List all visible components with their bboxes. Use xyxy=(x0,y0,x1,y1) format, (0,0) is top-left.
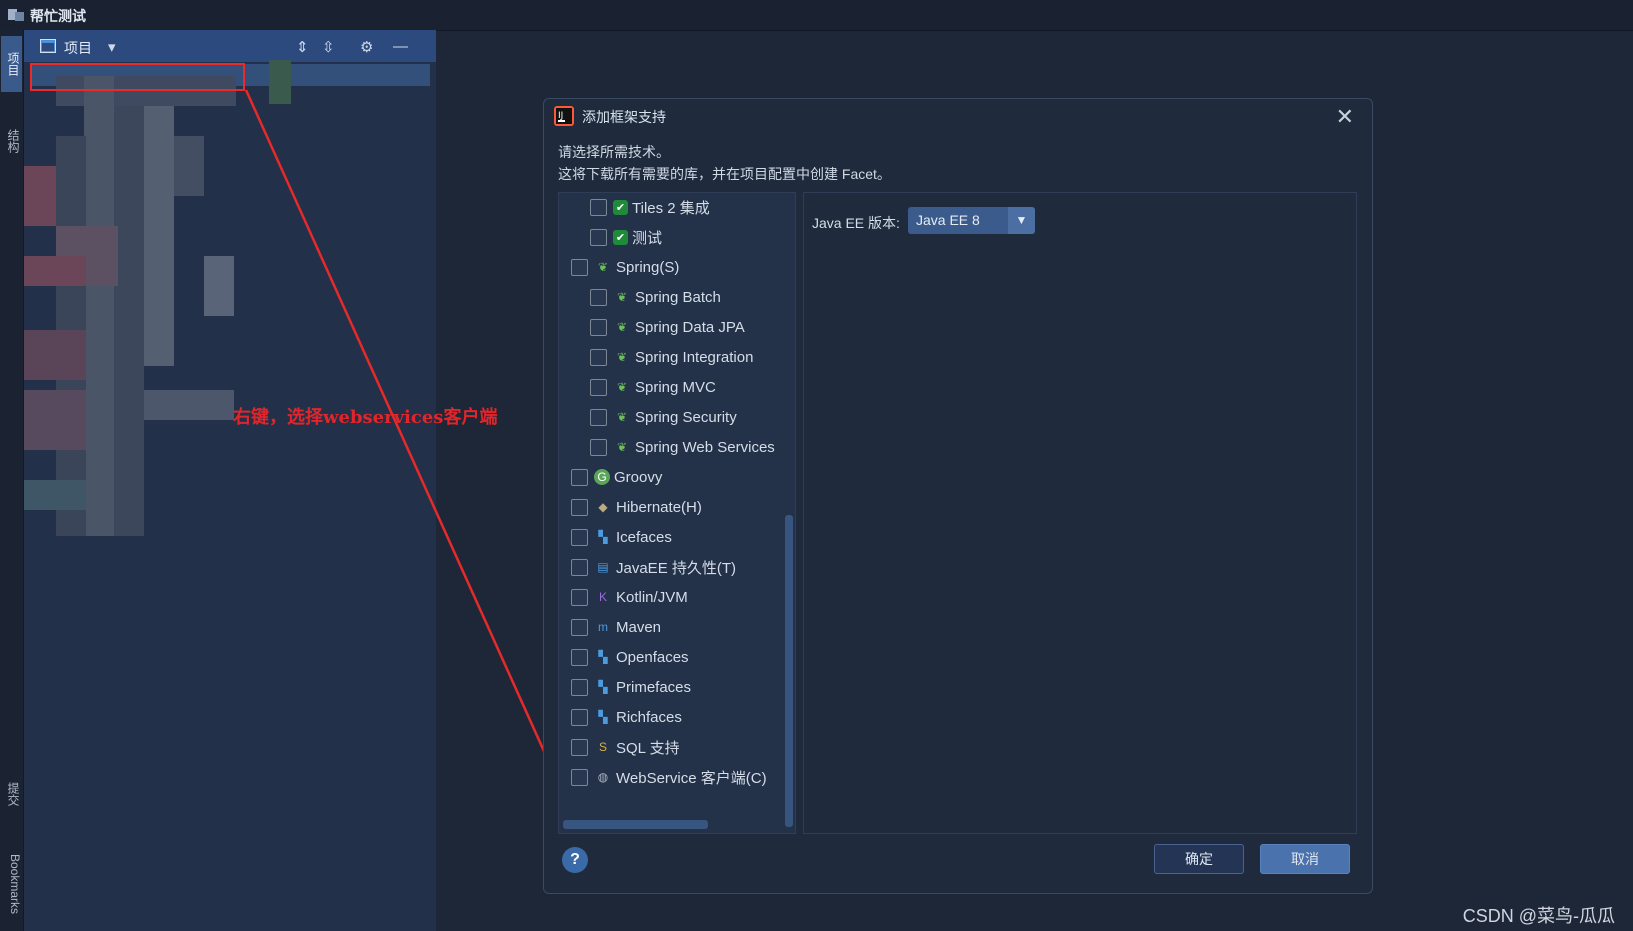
checkbox[interactable] xyxy=(571,708,588,726)
framework-item[interactable]: S SQL 支持 xyxy=(571,733,680,761)
javaee-version-select[interactable]: Java EE 8 ▼ xyxy=(908,207,1035,234)
framework-item[interactable]: ❦ Spring Web Services xyxy=(590,433,775,461)
checkbox[interactable] xyxy=(590,348,607,366)
framework-item-label: WebService 客户端(C) xyxy=(616,769,767,787)
framework-settings-pane: Java EE 版本: Java EE 8 ▼ xyxy=(803,192,1357,834)
vertical-scrollbar[interactable] xyxy=(785,515,793,827)
framework-item[interactable]: ◆ Hibernate(H) xyxy=(571,493,702,521)
framework-item[interactable]: ◍ WebService 客户端(C) xyxy=(571,763,767,791)
checkbox[interactable] xyxy=(571,738,588,756)
framework-item[interactable]: ▚ Icefaces xyxy=(571,523,672,551)
framework-item-label: JavaEE 持久性(T) xyxy=(616,559,737,577)
framework-item-label: Groovy xyxy=(614,468,663,486)
kotlin-icon: K xyxy=(598,590,607,604)
maven-icon: m xyxy=(598,620,608,634)
framework-item-label: Spring Integration xyxy=(635,348,754,366)
add-framework-dialog: IJ 添加框架支持 ✕ 请选择所需技术。 这将下载所有需要的库，并在项目配置中创… xyxy=(543,98,1373,894)
framework-item-label: Spring Web Services xyxy=(635,438,775,456)
checkbox[interactable] xyxy=(571,468,588,486)
ok-button[interactable]: 确定 xyxy=(1154,844,1244,874)
checkbox[interactable] xyxy=(590,438,607,456)
checkbox[interactable] xyxy=(571,678,588,696)
horizontal-scrollbar[interactable] xyxy=(563,820,708,829)
svg-text:IJ: IJ xyxy=(558,111,563,121)
framework-item[interactable]: ❦ Spring Integration xyxy=(590,343,753,371)
framework-item[interactable]: ▤ JavaEE 持久性(T) xyxy=(571,553,736,581)
checkbox[interactable] xyxy=(571,498,588,516)
check-badge-icon: ✔ xyxy=(613,229,628,245)
framework-item-label: Kotlin/JVM xyxy=(616,588,688,606)
jsf-icon: ▚ xyxy=(598,680,608,694)
spring-integration-icon: ❦ xyxy=(616,350,628,364)
spring-security-icon: ❦ xyxy=(616,410,628,424)
framework-item-label: Spring MVC xyxy=(635,378,716,396)
javaee-version-value: Java EE 8 xyxy=(916,212,980,228)
checkbox[interactable] xyxy=(590,378,607,396)
spring-batch-icon: ❦ xyxy=(616,290,628,304)
dialog-line2: 这将下载所有需要的库，并在项目配置中创建 Facet。 xyxy=(558,166,891,182)
spring-mvc-icon: ❦ xyxy=(616,380,628,394)
framework-item-label: Spring Security xyxy=(635,408,737,426)
close-icon[interactable]: ✕ xyxy=(1336,104,1354,130)
check-badge-icon: ✔ xyxy=(613,199,628,215)
framework-item[interactable]: ▚ Richfaces xyxy=(571,703,682,731)
jsf-icon: ▚ xyxy=(598,710,608,724)
framework-item-label: Openfaces xyxy=(616,648,689,666)
framework-item[interactable]: ✔ 测试 xyxy=(590,223,662,251)
groovy-icon: G xyxy=(594,469,610,485)
jsf-icon: ▚ xyxy=(598,530,608,544)
chevron-down-icon[interactable]: ▼ xyxy=(1008,207,1035,234)
checkbox[interactable] xyxy=(571,558,588,576)
checkbox[interactable] xyxy=(590,198,607,216)
spring-leaf-icon: ❦ xyxy=(597,260,609,274)
cancel-button[interactable]: 取消 xyxy=(1260,844,1350,874)
spring-data-icon: ❦ xyxy=(616,320,628,334)
framework-item[interactable]: G Groovy xyxy=(571,463,662,491)
framework-item[interactable]: K Kotlin/JVM xyxy=(571,583,688,611)
framework-item-label: Hibernate(H) xyxy=(616,498,702,516)
checkbox[interactable] xyxy=(590,318,607,336)
checkbox[interactable] xyxy=(590,408,607,426)
framework-item-label: SQL 支持 xyxy=(616,739,680,757)
intellij-logo-icon: IJ xyxy=(554,106,574,126)
framework-item-label: Icefaces xyxy=(616,528,672,546)
framework-item-label: Tiles 2 集成 xyxy=(632,199,710,217)
checkbox[interactable] xyxy=(571,768,588,786)
framework-item[interactable]: ❦ Spring Batch xyxy=(590,283,721,311)
framework-item[interactable]: ✔ Tiles 2 集成 xyxy=(590,193,710,221)
persistence-icon: ▤ xyxy=(597,560,609,574)
help-button[interactable]: ? xyxy=(562,847,588,873)
framework-item-label: Spring Data JPA xyxy=(635,318,745,336)
framework-item-label: Primefaces xyxy=(616,678,692,696)
checkbox[interactable] xyxy=(571,258,588,276)
jsf-icon: ▚ xyxy=(598,650,608,664)
framework-item[interactable]: m Maven xyxy=(571,613,661,641)
framework-item-label: Spring Batch xyxy=(635,288,721,306)
checkbox[interactable] xyxy=(590,228,607,246)
hibernate-icon: ◆ xyxy=(598,500,608,514)
framework-item[interactable]: ❦ Spring Data JPA xyxy=(590,313,745,341)
checkbox[interactable] xyxy=(571,618,588,636)
checkbox[interactable] xyxy=(571,528,588,546)
framework-item-label: 测试 xyxy=(632,229,663,247)
checkbox[interactable] xyxy=(571,648,588,666)
framework-item[interactable]: ❦ Spring Security xyxy=(590,403,737,431)
framework-item-label: Spring(S) xyxy=(616,258,680,276)
framework-item[interactable]: ▚ Openfaces xyxy=(571,643,689,671)
dialog-line1: 请选择所需技术。 xyxy=(558,144,670,160)
sql-icon: S xyxy=(598,740,607,754)
javaee-version-label: Java EE 版本: xyxy=(812,215,900,231)
spring-ws-icon: ❦ xyxy=(616,440,628,454)
framework-item[interactable]: ❦ Spring MVC xyxy=(590,373,716,401)
framework-list[interactable]: ◍ WebService 客户端(C) S SQL 支持 ▚ Richfaces ▚ Prim… xyxy=(558,192,796,834)
framework-item-label: Richfaces xyxy=(616,708,682,726)
checkbox[interactable] xyxy=(590,288,607,306)
watermark: CSDN @菜鸟-瓜瓜 xyxy=(1462,906,1615,926)
checkbox[interactable] xyxy=(571,588,588,606)
dialog-title: 添加框架支持 xyxy=(582,109,666,125)
framework-item-label: Maven xyxy=(616,618,662,636)
webservice-globe-icon: ◍ xyxy=(597,770,609,784)
framework-item[interactable]: ▚ Primefaces xyxy=(571,673,691,701)
framework-item[interactable]: ❦ Spring(S) xyxy=(571,253,679,281)
